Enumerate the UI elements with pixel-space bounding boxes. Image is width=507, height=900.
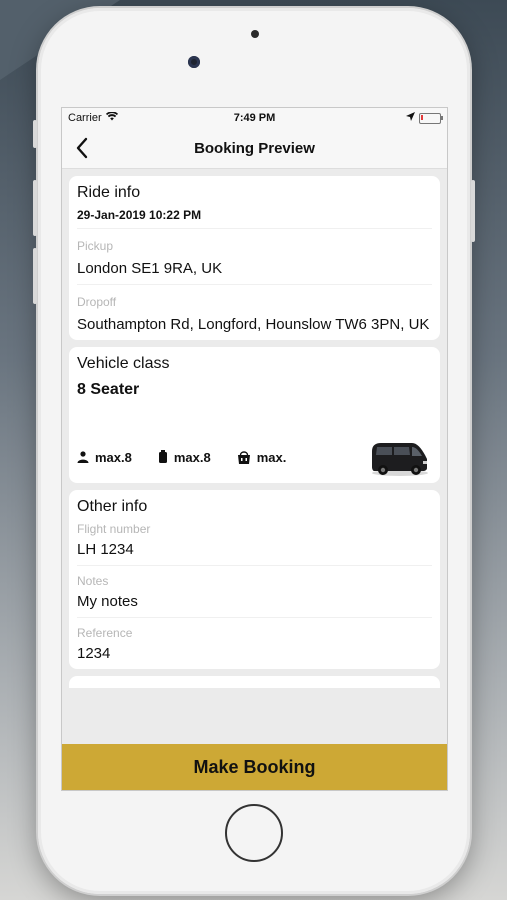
volume-up-button <box>33 180 37 236</box>
notes-value: My notes <box>77 593 138 610</box>
pickup-value: London SE1 9RA, UK <box>77 260 223 277</box>
status-bar: Carrier 7:49 PM <box>62 108 447 128</box>
person-icon <box>77 451 89 463</box>
divider <box>77 617 432 618</box>
passenger-capacity: max.8 <box>77 450 132 465</box>
ride-datetime: 29-Jan-2019 10:22 PM <box>77 208 202 222</box>
home-button[interactable] <box>225 804 283 862</box>
luggage-icon <box>158 450 167 463</box>
passenger-capacity-label: max.8 <box>95 449 132 465</box>
earpiece-speaker <box>251 30 259 38</box>
wifi-icon <box>105 111 118 124</box>
carrier-label: Carrier <box>68 112 102 124</box>
front-camera <box>188 56 200 68</box>
vehicle-name: 8 Seater <box>77 381 140 398</box>
reference-value: 1234 <box>77 645 111 662</box>
page-title: Booking Preview <box>194 139 315 157</box>
mute-switch <box>33 120 37 148</box>
status-time: 7:49 PM <box>233 112 276 124</box>
reference-label: Reference <box>77 626 133 640</box>
next-card-peek <box>69 676 440 688</box>
van-image <box>372 443 428 476</box>
ride-info-card: Ride info 29-Jan-2019 10:22 PM Pickup Lo… <box>69 176 440 340</box>
location-arrow-icon <box>406 112 415 124</box>
flight-number-value: LH 1234 <box>77 541 134 558</box>
divider <box>77 228 432 229</box>
dropoff-label: Dropoff <box>77 295 117 309</box>
vehicle-class-title: Vehicle class <box>77 355 170 372</box>
bag-capacity-label: max. <box>256 449 287 465</box>
other-info-card: Other info Flight number LH 1234 Notes M… <box>69 490 440 669</box>
shopping-bag-icon <box>237 450 250 464</box>
divider <box>77 565 432 566</box>
ride-info-title: Ride info <box>77 184 141 201</box>
battery-icon <box>419 112 443 124</box>
vehicle-capacity: max.8 max.8 max. <box>77 437 432 477</box>
luggage-capacity-label: max.8 <box>173 449 211 465</box>
bag-capacity: max. <box>237 449 287 465</box>
dropoff-value: Southampton Rd, Longford, Hounslow TW6 3… <box>77 316 430 333</box>
back-button[interactable] <box>70 136 94 160</box>
pickup-label: Pickup <box>77 239 114 253</box>
vehicle-class-card: Vehicle class 8 Seater max.8 max.8 max. <box>69 347 440 483</box>
divider <box>77 284 432 285</box>
flight-number-label: Flight number <box>77 522 151 536</box>
app-screen: Carrier 7:49 PM Booking Preview Ride inf… <box>61 107 448 791</box>
luggage-capacity: max.8 <box>158 450 211 465</box>
navigation-bar: Booking Preview <box>62 128 447 169</box>
volume-down-button <box>33 248 37 304</box>
other-info-title: Other info <box>77 498 148 515</box>
power-button <box>471 180 475 242</box>
chevron-left-icon <box>76 137 88 159</box>
make-booking-button[interactable]: Make Booking <box>62 744 447 790</box>
notes-label: Notes <box>77 574 109 588</box>
